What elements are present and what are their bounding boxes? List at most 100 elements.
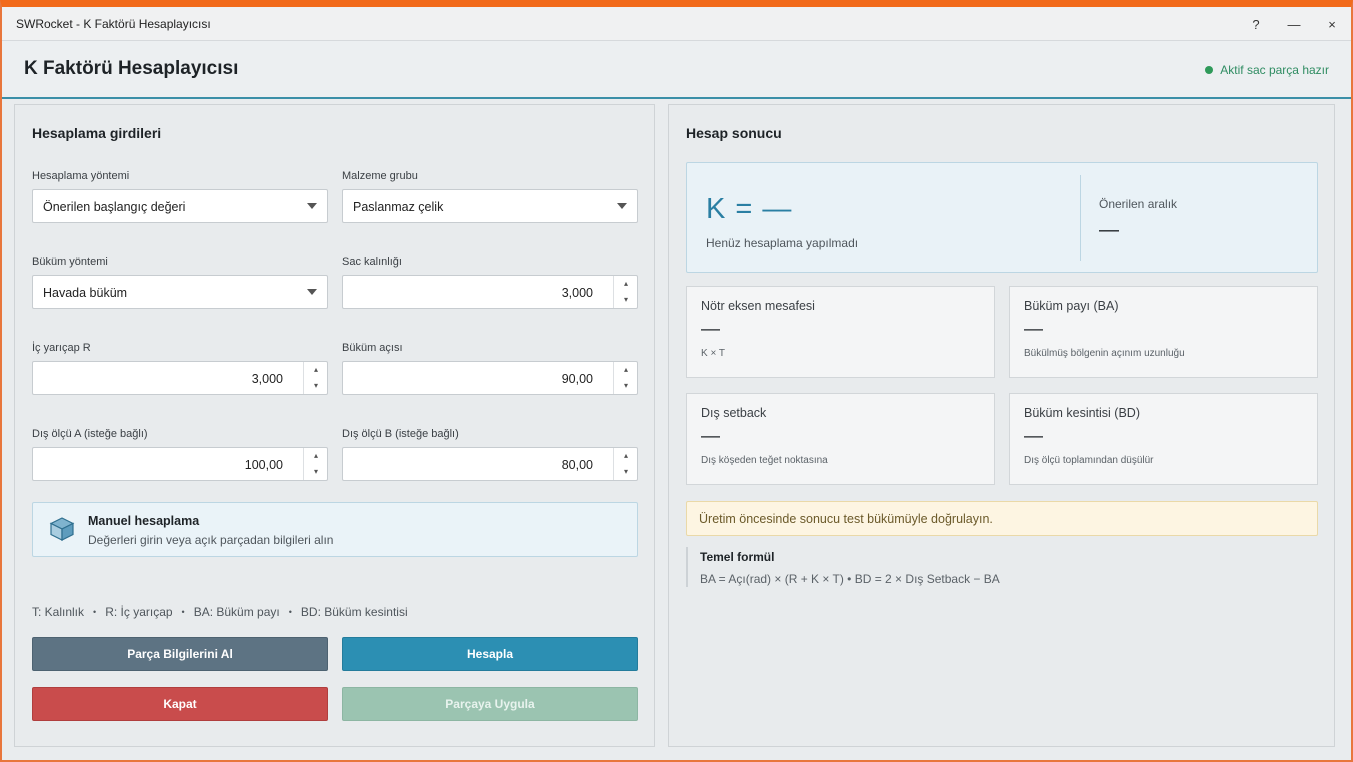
- thickness-label: Sac kalınlığı: [342, 256, 402, 268]
- material-label: Malzeme grubu: [342, 170, 418, 182]
- bend-method-select[interactable]: Havada büküm: [32, 275, 328, 309]
- card-value: —: [1024, 426, 1043, 447]
- bend-angle-spinner: ▴ ▾: [613, 362, 637, 394]
- inner-radius-label: İç yarıçap R: [32, 342, 91, 354]
- chevron-down-icon: [307, 289, 317, 295]
- spin-down-icon[interactable]: ▾: [304, 464, 328, 480]
- outer-b-input[interactable]: 80,00 ▴ ▾: [342, 447, 638, 481]
- spin-down-icon[interactable]: ▾: [614, 464, 638, 480]
- bend-angle-value: 90,00: [561, 372, 593, 386]
- spin-up-icon[interactable]: ▴: [614, 362, 638, 378]
- window-title: SWRocket - K Faktörü Hesaplayıcısı: [16, 16, 211, 31]
- outer-a-input[interactable]: 100,00 ▴ ▾: [32, 447, 328, 481]
- legend-separator: •: [288, 607, 292, 617]
- window-controls: ? — ×: [1237, 7, 1351, 41]
- chevron-down-icon: [307, 203, 317, 209]
- divider: [1080, 175, 1081, 261]
- legend-item: R: İç yarıçap: [105, 605, 173, 619]
- spin-down-icon[interactable]: ▾: [304, 378, 328, 394]
- legend-separator: •: [181, 607, 185, 617]
- status-dot-icon: [1205, 66, 1214, 74]
- outer-a-label: Dış ölçü A (isteğe bağlı): [32, 428, 148, 440]
- card-subtitle: Dış ölçü toplamından düşülür: [1024, 455, 1154, 466]
- status-text: Aktif sac parça hazır: [1220, 63, 1329, 77]
- help-button[interactable]: ?: [1237, 7, 1275, 41]
- title-bar: SWRocket - K Faktörü Hesaplayıcısı ? — ×: [2, 7, 1351, 41]
- spin-up-icon[interactable]: ▴: [304, 362, 328, 378]
- legend-separator: •: [93, 607, 97, 617]
- abbreviation-legend: T: Kalınlık • R: İç yarıçap • BA: Büküm …: [32, 605, 408, 619]
- minimize-button[interactable]: —: [1275, 7, 1313, 41]
- outer-b-label: Dış ölçü B (isteğe bağlı): [342, 428, 459, 440]
- card-subtitle: K × T: [701, 348, 725, 359]
- k-value: K = —: [706, 193, 793, 225]
- get-part-info-button[interactable]: Parça Bilgilerini Al: [32, 637, 328, 671]
- thickness-input[interactable]: 3,000 ▴ ▾: [342, 275, 638, 309]
- bend-deduction-card: Büküm kesintisi (BD) — Dış ölçü toplamın…: [1009, 393, 1318, 485]
- bend-allowance-card: Büküm payı (BA) — Bükülmüş bölgenin açın…: [1009, 286, 1318, 378]
- bend-method-value: Havada büküm: [43, 286, 128, 300]
- formula-block: Temel formül BA = Açı(rad) × (R + K × T)…: [686, 547, 1000, 587]
- range-value: —: [1099, 219, 1119, 241]
- thickness-value: 3,000: [561, 286, 593, 300]
- calculate-button[interactable]: Hesapla: [342, 637, 638, 671]
- range-label: Önerilen aralık: [1099, 197, 1178, 211]
- method-select[interactable]: Önerilen başlangıç değeri: [32, 189, 328, 223]
- legend-item: T: Kalınlık: [32, 605, 85, 619]
- inputs-heading: Hesaplama girdileri: [32, 125, 162, 141]
- material-value: Paslanmaz çelik: [353, 200, 444, 214]
- status-indicator: Aktif sac parça hazır: [1205, 63, 1329, 77]
- formula-title: Temel formül: [700, 550, 775, 564]
- method-value: Önerilen başlangıç değeri: [43, 200, 186, 214]
- inner-radius-spinner: ▴ ▾: [303, 362, 327, 394]
- spin-up-icon[interactable]: ▴: [614, 276, 638, 292]
- card-value: —: [701, 426, 720, 447]
- inputs-panel: Hesaplama girdileri Hesaplama yöntemi Ön…: [14, 104, 655, 747]
- manual-title: Manuel hesaplama: [88, 514, 200, 528]
- thickness-spinner: ▴ ▾: [613, 276, 637, 308]
- apply-to-part-button[interactable]: Parçaya Uygula: [342, 687, 638, 721]
- k-factor-result: K = — Henüz hesaplama yapılmadı Önerilen…: [686, 162, 1318, 273]
- k-subtitle: Henüz hesaplama yapılmadı: [706, 236, 859, 250]
- page-title: K Faktörü Hesaplayıcısı: [24, 58, 239, 79]
- spin-up-icon[interactable]: ▴: [304, 448, 328, 464]
- manual-calculation-info: Manuel hesaplama Değerleri girin veya aç…: [32, 502, 638, 557]
- result-panel: Hesap sonucu K = — Henüz hesaplama yapıl…: [668, 104, 1335, 747]
- bend-method-label: Büküm yöntemi: [32, 256, 108, 268]
- spin-down-icon[interactable]: ▾: [614, 378, 638, 394]
- outside-setback-card: Dış setback — Dış köşeden teğet noktasın…: [686, 393, 995, 485]
- cube-icon: [49, 517, 75, 541]
- card-title: Nötr eksen mesafesi: [701, 299, 815, 313]
- neutral-axis-card: Nötr eksen mesafesi — K × T: [686, 286, 995, 378]
- outer-b-spinner: ▴ ▾: [613, 448, 637, 480]
- legend-item: BD: Büküm kesintisi: [300, 605, 408, 619]
- result-heading: Hesap sonucu: [686, 125, 782, 141]
- legend-item: BA: Büküm payı: [193, 605, 280, 619]
- close-button[interactable]: Kapat: [32, 687, 328, 721]
- inner-radius-value: 3,000: [251, 372, 283, 386]
- card-title: Dış setback: [701, 406, 767, 420]
- bend-angle-input[interactable]: 90,00 ▴ ▾: [342, 361, 638, 395]
- outer-b-value: 80,00: [561, 458, 593, 472]
- outer-a-spinner: ▴ ▾: [303, 448, 327, 480]
- formula-text: BA = Açı(rad) × (R + K × T) • BD = 2 × D…: [700, 572, 1000, 586]
- outer-a-value: 100,00: [244, 458, 283, 472]
- card-subtitle: Bükülmüş bölgenin açınım uzunluğu: [1024, 348, 1185, 359]
- bend-angle-label: Büküm açısı: [342, 342, 403, 354]
- page-header: K Faktörü Hesaplayıcısı Aktif sac parça …: [2, 41, 1351, 99]
- card-subtitle: Dış köşeden teğet noktasına: [701, 455, 828, 466]
- inner-radius-input[interactable]: 3,000 ▴ ▾: [32, 361, 328, 395]
- card-title: Büküm kesintisi (BD): [1024, 406, 1140, 420]
- chevron-down-icon: [617, 203, 627, 209]
- card-title: Büküm payı (BA): [1024, 299, 1119, 313]
- warning-text: Üretim öncesinde sonucu test bükümüyle d…: [699, 512, 993, 526]
- warning-banner: Üretim öncesinde sonucu test bükümüyle d…: [686, 501, 1318, 536]
- close-window-button[interactable]: ×: [1313, 7, 1351, 41]
- spin-down-icon[interactable]: ▾: [614, 292, 638, 308]
- spin-up-icon[interactable]: ▴: [614, 448, 638, 464]
- material-select[interactable]: Paslanmaz çelik: [342, 189, 638, 223]
- card-value: —: [1024, 319, 1043, 340]
- manual-subtitle: Değerleri girin veya açık parçadan bilgi…: [88, 533, 334, 547]
- card-value: —: [701, 319, 720, 340]
- method-label: Hesaplama yöntemi: [32, 170, 130, 182]
